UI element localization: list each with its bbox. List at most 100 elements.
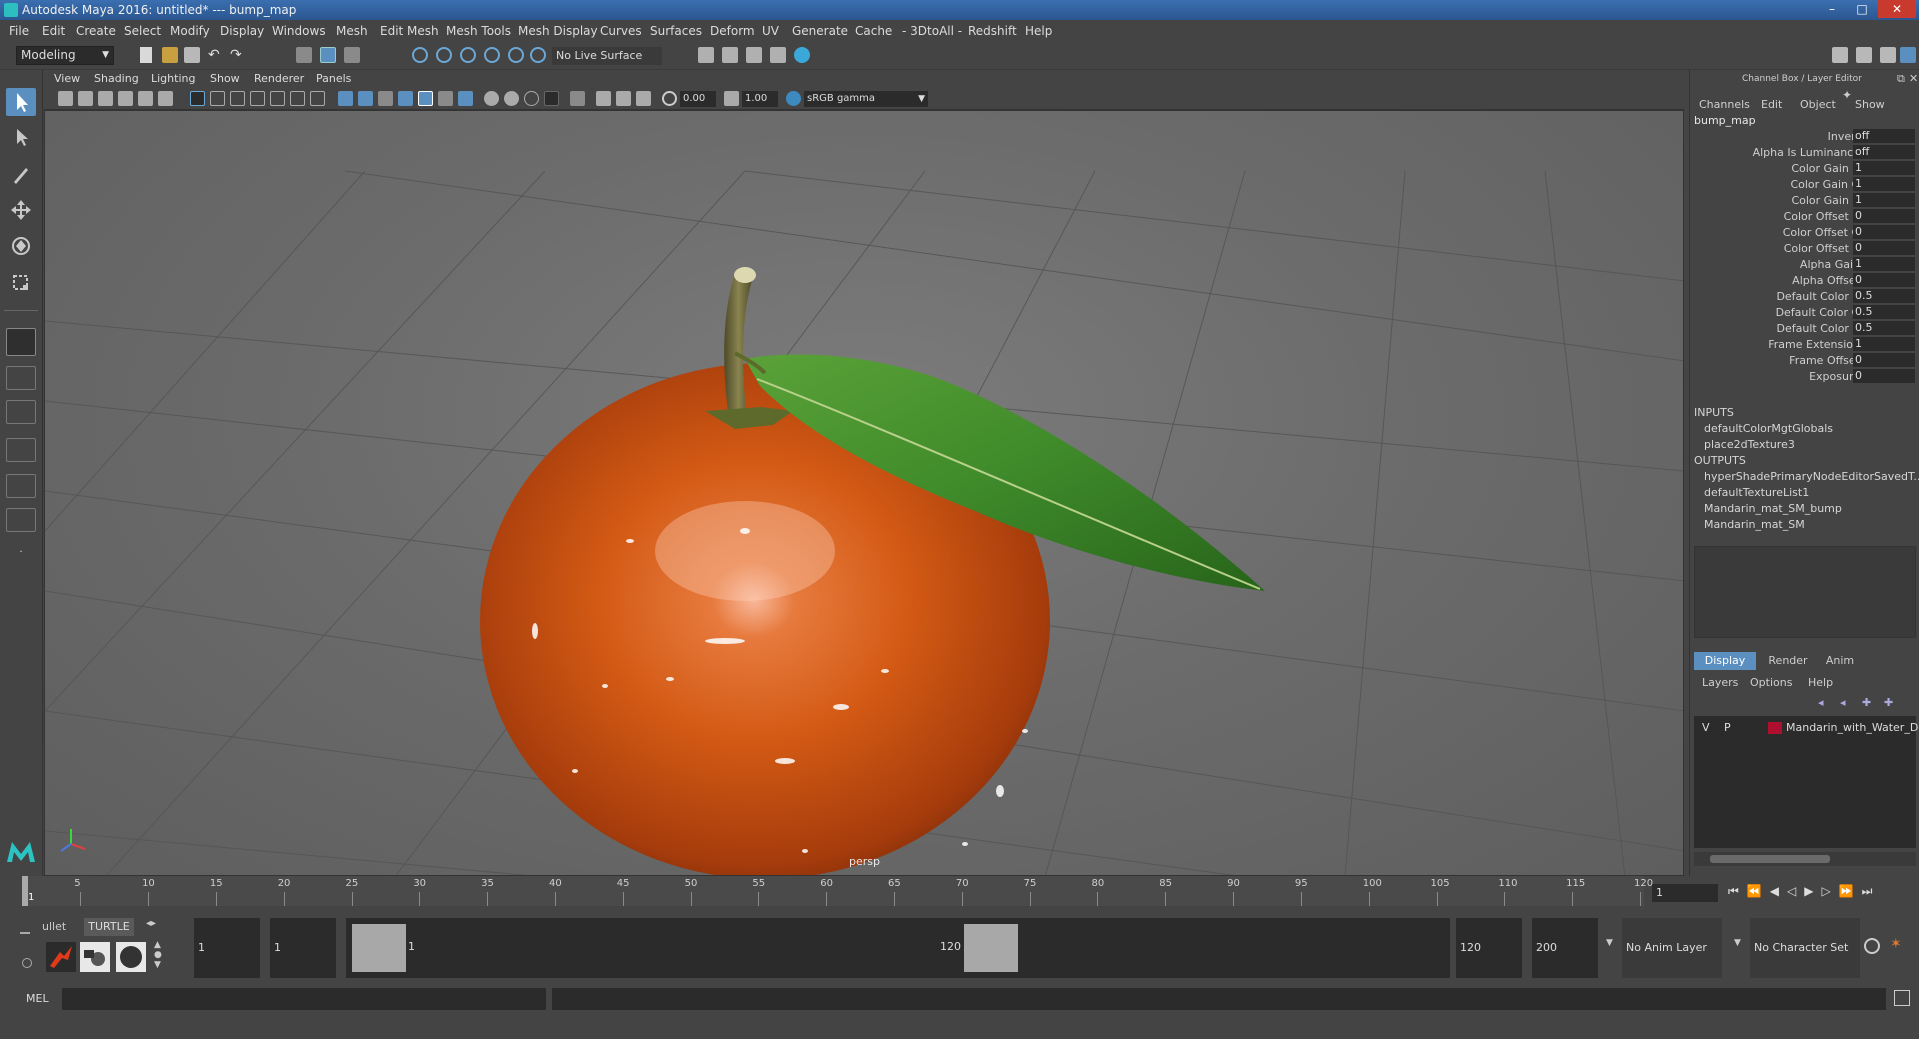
use-all-lights-icon[interactable]	[438, 91, 453, 106]
attribute-row[interactable]: Default Color G 0.5	[1690, 304, 1919, 320]
menu-edit-mesh[interactable]: Edit Mesh	[380, 24, 439, 38]
range-slider-track[interactable]: 1 120	[346, 918, 1450, 978]
attribute-row[interactable]: Default Color R 0.5	[1690, 288, 1919, 304]
persp-outliner-layout-icon[interactable]	[6, 438, 36, 462]
playback-end-field[interactable]: 120	[1456, 918, 1522, 978]
field-chart-icon[interactable]	[270, 91, 285, 106]
animation-start-field[interactable]: 1	[194, 918, 260, 978]
menu-deform[interactable]: Deform	[710, 24, 755, 38]
shadows-icon[interactable]	[458, 91, 473, 106]
grease-pencil-icon[interactable]	[158, 91, 173, 106]
safe-action-icon[interactable]	[290, 91, 305, 106]
attribute-value-field[interactable]: 1	[1853, 177, 1915, 191]
menu-help[interactable]: Help	[1025, 24, 1052, 38]
attribute-value-field[interactable]: 1	[1853, 257, 1915, 271]
menu-redshift[interactable]: Redshift	[968, 24, 1017, 38]
play-back-icon[interactable]: ◁	[1787, 884, 1804, 898]
menu-3dtoall[interactable]: - 3DtoAll -	[902, 24, 962, 38]
view-transform-dropdown[interactable]: sRGB gamma ▼	[804, 91, 928, 107]
output-node[interactable]: Mandarin_mat_SM	[1704, 518, 1805, 531]
new-scene-icon[interactable]	[140, 47, 152, 63]
menu-cache[interactable]: Cache	[855, 24, 892, 38]
input-node[interactable]: defaultColorMgtGlobals	[1704, 422, 1833, 435]
attribute-row[interactable]: Exposure 0	[1690, 368, 1919, 384]
output-node[interactable]: defaultTextureList1	[1704, 486, 1809, 499]
range-end-handle[interactable]	[964, 924, 1018, 972]
menu-create[interactable]: Create	[76, 24, 116, 38]
xray-icon[interactable]	[596, 91, 611, 106]
current-frame-field[interactable]: 1	[1652, 884, 1718, 902]
shelf-scroll-icon[interactable]: ▲ ● ▼	[154, 940, 162, 970]
attribute-label[interactable]: Alpha Is Luminance	[1753, 146, 1860, 159]
shelf-render-icon[interactable]	[80, 942, 110, 972]
tab-edit[interactable]: Edit	[1761, 98, 1782, 111]
wireframe-on-shaded-icon[interactable]	[398, 91, 413, 106]
step-forward-key-icon[interactable]: ⏩	[1839, 884, 1862, 898]
attribute-label[interactable]: Alpha Offset	[1792, 274, 1860, 287]
snap-live-icon[interactable]	[530, 47, 546, 63]
menu-file[interactable]: File	[9, 24, 29, 38]
animation-end-field[interactable]: 200	[1532, 918, 1598, 978]
attribute-label[interactable]: Frame Offset	[1789, 354, 1860, 367]
motion-blur-icon[interactable]	[504, 91, 519, 106]
paint-select-icon[interactable]	[6, 160, 36, 188]
smooth-shade-icon[interactable]	[358, 91, 373, 106]
open-scene-icon[interactable]	[162, 47, 178, 63]
snap-grid-icon[interactable]	[412, 47, 428, 63]
menu-surfaces[interactable]: Surfaces	[650, 24, 702, 38]
attribute-row[interactable]: Color Gain R1	[1690, 160, 1919, 176]
panel-close-icon[interactable]: ✕	[1909, 72, 1918, 85]
tab-show[interactable]: Show	[1855, 98, 1885, 111]
default-material-icon[interactable]	[378, 91, 393, 106]
render-settings-icon[interactable]	[698, 47, 714, 63]
attribute-label[interactable]: Color Gain G	[1790, 178, 1860, 191]
isolate-select-icon[interactable]	[570, 91, 585, 106]
live-surface-field[interactable]: No Live Surface	[552, 47, 662, 65]
tool-settings-icon[interactable]	[1880, 47, 1896, 63]
layer-name[interactable]: Mandarin_with_Water_D	[1786, 721, 1918, 734]
mel-label[interactable]: MEL	[26, 992, 49, 1005]
select-component-icon[interactable]	[344, 47, 360, 63]
playback-start-field[interactable]: 1	[270, 918, 336, 978]
single-view-layout-icon[interactable]	[6, 328, 36, 356]
move-layer-down-icon[interactable]: ◂	[1840, 696, 1854, 709]
attribute-label[interactable]: Color Offset G	[1783, 226, 1860, 239]
attribute-value-field[interactable]: 0.5	[1853, 289, 1915, 303]
textured-icon[interactable]	[418, 91, 433, 106]
attribute-value-field[interactable]: 0.5	[1853, 321, 1915, 335]
panel-menu-renderer[interactable]: Renderer	[254, 72, 304, 85]
output-node[interactable]: Mandarin_mat_SM_bump	[1704, 502, 1842, 515]
attribute-row[interactable]: Default Color B 0.5	[1690, 320, 1919, 336]
menu-edit[interactable]: Edit	[42, 24, 65, 38]
attribute-label[interactable]: Color Gain R	[1791, 162, 1860, 175]
attribute-row[interactable]: Frame Offset 0	[1690, 352, 1919, 368]
shelf-fire-icon[interactable]	[46, 942, 76, 972]
anti-aliasing-icon[interactable]	[524, 91, 539, 106]
move-tool-icon[interactable]	[6, 196, 36, 224]
attribute-label[interactable]: Color Offset B	[1784, 242, 1860, 255]
chevron-down-icon[interactable]: ▼	[1606, 938, 1613, 948]
save-scene-icon[interactable]	[184, 47, 200, 63]
snap-surface-icon[interactable]	[508, 47, 524, 63]
attribute-row[interactable]: Frame Extension 1	[1690, 336, 1919, 352]
attribute-label[interactable]: Color Offset R	[1784, 210, 1860, 223]
color-management-icon[interactable]	[786, 91, 801, 106]
attribute-label[interactable]: Default Color R	[1776, 290, 1860, 303]
minimize-button[interactable]: –	[1818, 0, 1846, 18]
rotate-tool-icon[interactable]	[6, 232, 36, 260]
film-gate-icon[interactable]	[210, 91, 225, 106]
attribute-editor-icon[interactable]	[1856, 47, 1872, 63]
image-plane-icon[interactable]	[118, 91, 133, 106]
xray-components-icon[interactable]	[636, 91, 651, 106]
move-layer-up-icon[interactable]: ◂	[1818, 696, 1832, 709]
attribute-row[interactable]: Color Gain B1	[1690, 192, 1919, 208]
layer-visibility-toggle[interactable]: V	[1702, 721, 1710, 734]
menu-modify[interactable]: Modify	[170, 24, 210, 38]
panel-menu-shading[interactable]: Shading	[94, 72, 139, 85]
layer-tab-render[interactable]: Render	[1764, 652, 1812, 670]
side-by-side-layout-icon[interactable]	[6, 400, 36, 424]
layer-tab-anim[interactable]: Anim	[1816, 652, 1864, 670]
persp-graph-layout-icon[interactable]	[6, 474, 36, 498]
attribute-row[interactable]: Alpha Offset 0	[1690, 272, 1919, 288]
attribute-value-field[interactable]: off	[1853, 145, 1915, 159]
